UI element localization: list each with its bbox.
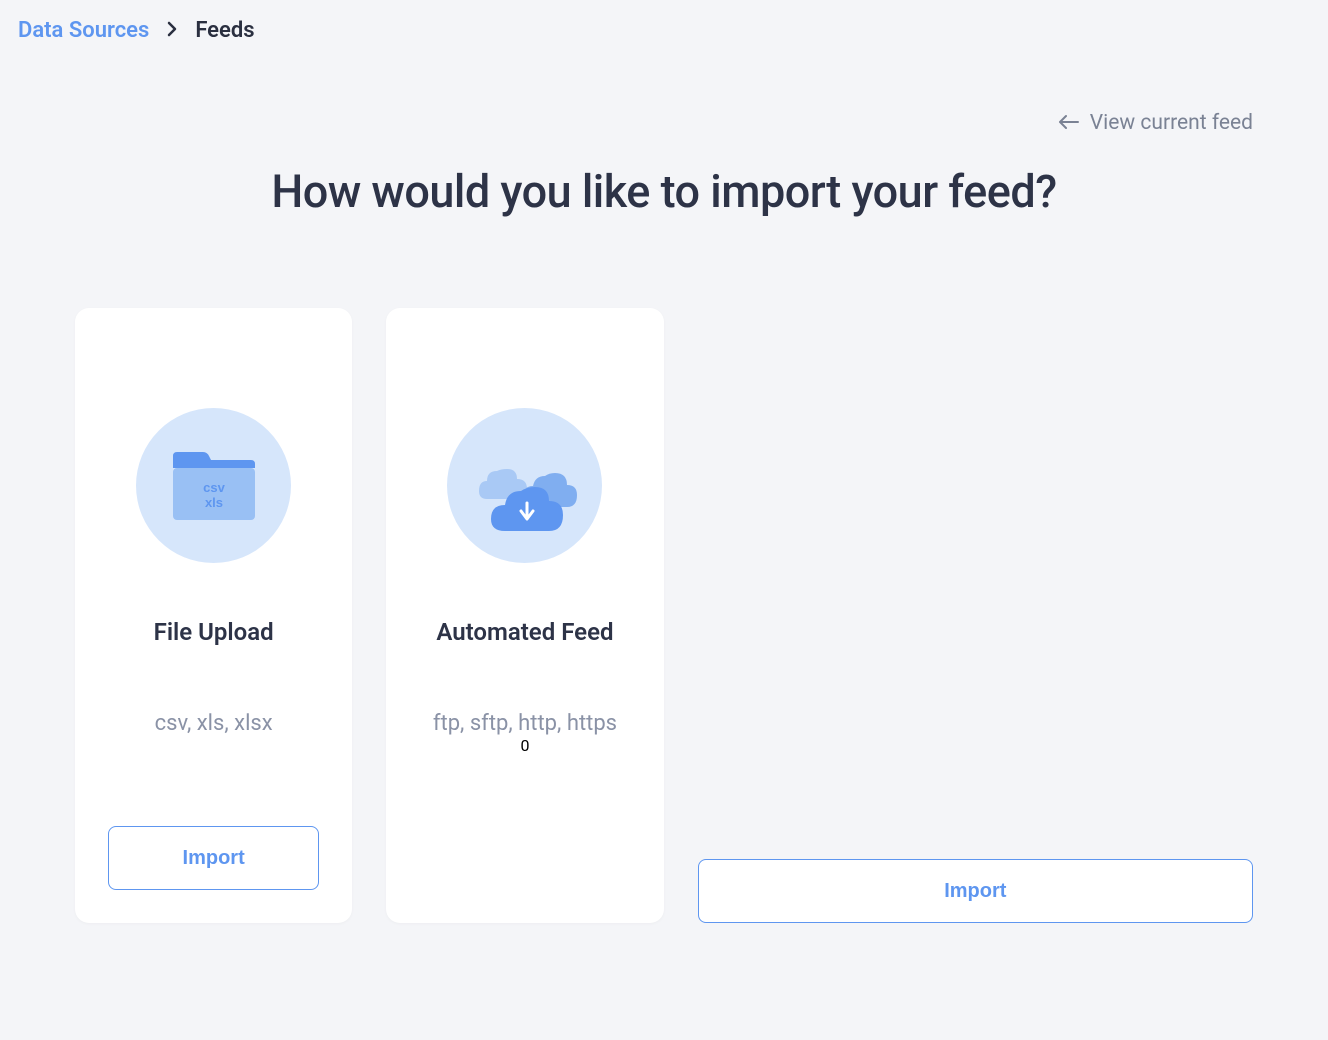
import-button-automated-feed[interactable]: Import [698, 859, 1253, 923]
folder-text-xls: xls [205, 495, 223, 510]
breadcrumb: Data Sources Feeds [0, 0, 1328, 61]
breadcrumb-current: Feeds [195, 18, 254, 43]
card-subtitle-automated-feed: ftp, sftp, http, https [433, 711, 617, 736]
chevron-right-icon [167, 21, 177, 41]
arrow-left-icon [1058, 111, 1080, 135]
card-title-automated-feed: Automated Feed [436, 618, 613, 646]
cards-container: csv xls File Upload csv, xls, xlsx Impor… [0, 218, 1328, 923]
import-button-file-upload[interactable]: Import [108, 826, 319, 890]
card-subtitle-file-upload: csv, xls, xlsx [155, 711, 273, 736]
cloud-download-icon [447, 408, 602, 563]
view-current-feed-link[interactable]: View current feed [1058, 111, 1253, 135]
folder-text-csv: csv [203, 480, 225, 495]
card-automated-feed: Automated Feed ftp, sftp, http, https0 [386, 308, 663, 923]
card-title-file-upload: File Upload [154, 618, 274, 646]
card-file-upload: csv xls File Upload csv, xls, xlsx Impor… [75, 308, 352, 923]
page-header: View current feed [0, 61, 1328, 135]
breadcrumb-data-sources[interactable]: Data Sources [18, 18, 149, 43]
folder-icon: csv xls [136, 408, 291, 563]
page-title: How would you like to import your feed? [0, 165, 1328, 218]
view-current-feed-label: View current feed [1090, 111, 1253, 135]
